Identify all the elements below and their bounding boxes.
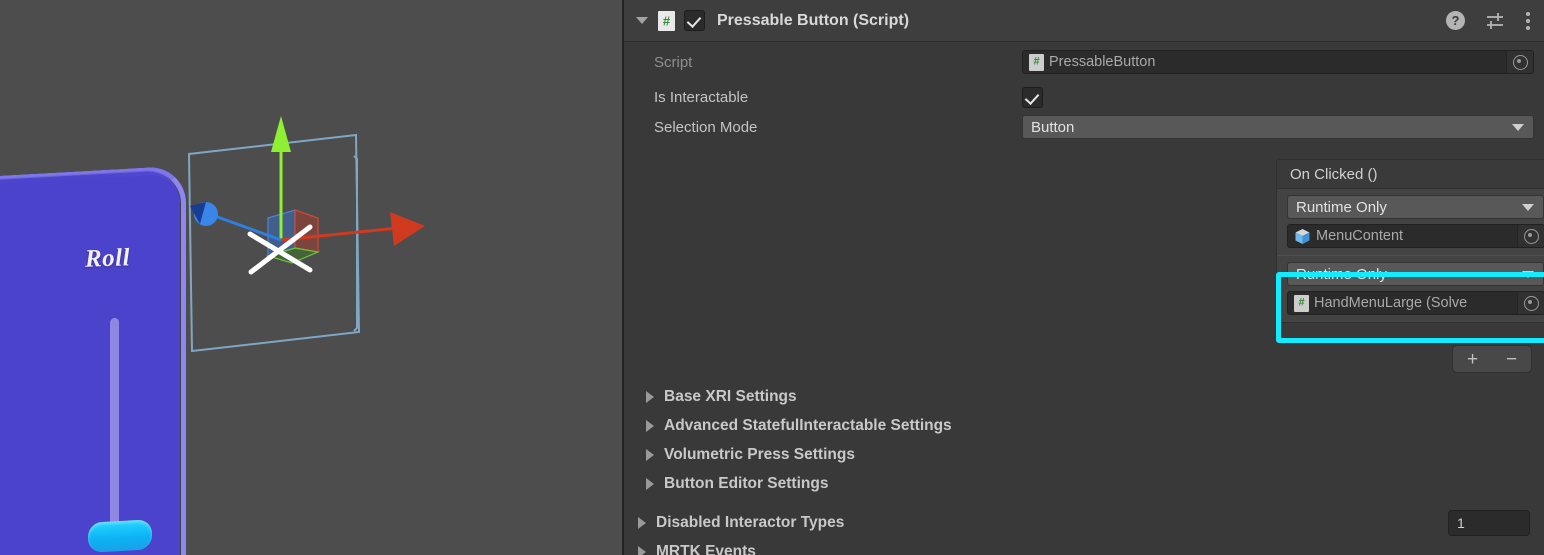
chevron-right-icon bbox=[646, 477, 654, 490]
foldout-mrtk-events[interactable]: MRTK Events bbox=[624, 537, 1544, 555]
foldout-button-editor-settings[interactable]: Button Editor Settings bbox=[624, 469, 1544, 498]
call-state-dropdown[interactable]: Runtime Only bbox=[1287, 195, 1544, 219]
object-picker-button[interactable] bbox=[1517, 225, 1544, 247]
on-clicked-event-list: On Clicked () Runtime Only GameObject.Se… bbox=[1276, 159, 1544, 323]
script-hash-icon bbox=[1294, 294, 1309, 312]
add-event-button[interactable]: + bbox=[1453, 346, 1492, 372]
foldout-disabled-interactor-types[interactable]: Disabled Interactor Types 1 bbox=[624, 508, 1544, 537]
foldout-label: Advanced StatefulInteractable Settings bbox=[664, 416, 952, 434]
is-interactable-label: Is Interactable bbox=[654, 88, 749, 106]
script-hash-icon bbox=[658, 10, 675, 31]
target-object-field[interactable]: HandMenuLarge (Solve bbox=[1287, 291, 1544, 315]
selection-mode-label: Selection Mode bbox=[654, 118, 758, 136]
gameobject-cube-icon bbox=[1295, 228, 1310, 244]
remove-event-button[interactable]: − bbox=[1492, 346, 1531, 372]
chevron-down-icon bbox=[1512, 124, 1524, 131]
slider-track[interactable] bbox=[110, 317, 119, 534]
foldout-label: Volumetric Press Settings bbox=[664, 445, 855, 463]
chevron-right-icon bbox=[638, 545, 646, 555]
script-value: PressableButton bbox=[1049, 54, 1156, 70]
chevron-right-icon bbox=[646, 448, 654, 461]
foldout-label: Button Editor Settings bbox=[664, 474, 829, 492]
chevron-down-icon bbox=[1522, 271, 1535, 278]
call-state-value: Runtime Only bbox=[1296, 198, 1387, 216]
foldout-label: Disabled Interactor Types bbox=[656, 513, 845, 531]
selection-mode-value: Button bbox=[1031, 118, 1075, 136]
component-title: Pressable Button (Script) bbox=[717, 11, 910, 29]
component-enabled-checkbox[interactable] bbox=[684, 10, 705, 31]
is-interactable-row: Is Interactable bbox=[624, 83, 1544, 111]
unity-editor-screenshot: Roll # Pressable Button (Script) ? Scrip… bbox=[0, 0, 1544, 555]
scene-view[interactable]: Roll bbox=[0, 0, 622, 555]
chevron-down-icon[interactable] bbox=[636, 17, 648, 24]
foldout-volumetric-press-settings[interactable]: Volumetric Press Settings bbox=[624, 440, 1544, 469]
component-header[interactable]: Pressable Button (Script) ? bbox=[624, 0, 1544, 42]
foldout-advanced-statefulinteractable-settings[interactable]: Advanced StatefulInteractable Settings bbox=[624, 411, 1544, 440]
call-state-value: Runtime Only bbox=[1296, 265, 1387, 283]
selection-mode-dropdown[interactable]: Button bbox=[1022, 115, 1534, 139]
help-icon[interactable]: ? bbox=[1446, 11, 1465, 30]
slider-label: Roll bbox=[84, 244, 131, 273]
chevron-right-icon bbox=[638, 516, 646, 529]
script-object-field[interactable]: PressableButton bbox=[1022, 50, 1534, 74]
chevron-right-icon bbox=[646, 390, 654, 403]
preset-icon[interactable] bbox=[1485, 12, 1505, 30]
foldout-group: Base XRI Settings Advanced StatefulInter… bbox=[624, 382, 1544, 555]
chevron-down-icon bbox=[1522, 204, 1535, 211]
inspector-panel: Pressable Button (Script) ? Script Press… bbox=[622, 0, 1544, 555]
selection-mode-row: Selection Mode Button bbox=[624, 113, 1544, 141]
object-picker-button[interactable] bbox=[1517, 292, 1544, 314]
transform-gizmo[interactable] bbox=[150, 100, 450, 360]
target-value: MenuContent bbox=[1316, 228, 1404, 244]
event-entry: Runtime Only SolverHandler.UpdateSolvers… bbox=[1277, 255, 1544, 322]
call-state-dropdown[interactable]: Runtime Only bbox=[1287, 262, 1544, 286]
header-icon-group: ? bbox=[1446, 0, 1530, 41]
script-row: Script PressableButton bbox=[624, 48, 1544, 76]
script-hash-icon bbox=[1029, 53, 1044, 71]
slider-handle[interactable] bbox=[88, 519, 152, 553]
target-object-field[interactable]: MenuContent bbox=[1287, 224, 1544, 248]
chevron-right-icon bbox=[646, 419, 654, 432]
target-value: HandMenuLarge (Solve bbox=[1314, 295, 1468, 311]
event-entry: Runtime Only GameObject.SetActive bbox=[1277, 189, 1544, 255]
script-label: Script bbox=[654, 53, 693, 71]
is-interactable-checkbox[interactable] bbox=[1022, 86, 1043, 108]
more-menu-icon[interactable] bbox=[1525, 11, 1530, 30]
foldout-label: MRTK Events bbox=[656, 542, 756, 555]
object-picker-button[interactable] bbox=[1506, 51, 1533, 73]
foldout-base-xri-settings[interactable]: Base XRI Settings bbox=[624, 382, 1544, 411]
foldout-label: Base XRI Settings bbox=[664, 387, 797, 405]
event-add-remove-buttons: + − bbox=[1452, 345, 1532, 373]
array-size-field[interactable]: 1 bbox=[1448, 509, 1530, 536]
event-list-header: On Clicked () bbox=[1277, 160, 1544, 189]
